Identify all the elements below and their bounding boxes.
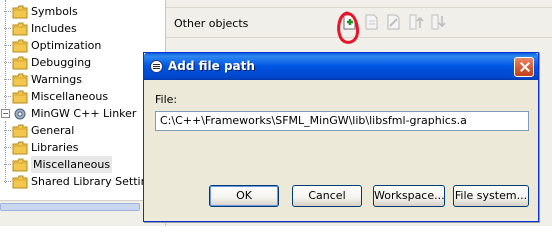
tree-item-label: Shared Library Settings bbox=[31, 175, 161, 188]
add-file-path-dialog: Add file path File: C:\C++\Frameworks\SF… bbox=[143, 52, 539, 222]
tool-gear-icon bbox=[12, 107, 28, 121]
folder-icon bbox=[12, 124, 28, 138]
tree-item-label: Miscellaneous bbox=[31, 156, 113, 173]
add-workspace-icon[interactable] bbox=[363, 13, 380, 31]
tree-item-label: Libraries bbox=[31, 141, 79, 154]
tree-item-debugging[interactable]: Debugging bbox=[4, 54, 92, 71]
folder-icon bbox=[12, 56, 28, 70]
settings-tree: Symbols Includes Optimization Debugging bbox=[0, 0, 160, 200]
tree-item-mingw-linker[interactable]: MinGW C++ Linker bbox=[12, 105, 136, 122]
dialog-titlebar[interactable]: Add file path bbox=[144, 53, 538, 80]
tree-item-label: MinGW C++ Linker bbox=[31, 107, 137, 120]
move-up-icon[interactable] bbox=[407, 13, 424, 31]
tree-item-label: Includes bbox=[31, 22, 77, 35]
file-label: File: bbox=[155, 93, 178, 106]
close-button[interactable] bbox=[514, 57, 534, 77]
file-system-button[interactable]: File system... bbox=[453, 185, 529, 207]
tree-item-label: Warnings bbox=[31, 73, 82, 86]
move-down-icon[interactable] bbox=[429, 13, 446, 31]
folder-icon bbox=[12, 39, 28, 53]
tree-item-shared-library-settings[interactable]: Shared Library Settings bbox=[4, 173, 161, 190]
tree-item-label: Optimization bbox=[31, 39, 102, 52]
collapse-toggle-icon[interactable]: − bbox=[1, 109, 10, 118]
tree-item-label: Miscellaneous bbox=[31, 90, 109, 103]
workspace-button[interactable]: Workspace... bbox=[373, 185, 445, 207]
tree-item-label: Debugging bbox=[31, 56, 92, 69]
tree-horizontal-scrollbar[interactable] bbox=[0, 200, 165, 226]
folder-icon bbox=[12, 5, 28, 19]
folder-icon bbox=[12, 158, 28, 172]
tree-item-optimization[interactable]: Optimization bbox=[4, 37, 102, 54]
other-objects-label: Other objects bbox=[174, 17, 249, 30]
ok-button[interactable]: OK bbox=[209, 185, 279, 207]
screen: Symbols Includes Optimization Debugging bbox=[0, 0, 552, 226]
scrollbar-thumb[interactable] bbox=[0, 203, 140, 211]
tree-item-general[interactable]: General bbox=[4, 122, 75, 139]
annotation-circle bbox=[337, 11, 360, 44]
edit-icon[interactable] bbox=[385, 13, 402, 31]
tree-item-symbols[interactable]: Symbols bbox=[4, 3, 78, 20]
window-menu-icon[interactable] bbox=[150, 60, 163, 73]
tree-item-linker-miscellaneous[interactable]: Miscellaneous bbox=[4, 156, 113, 173]
folder-icon bbox=[12, 141, 28, 155]
tree-item-miscellaneous[interactable]: Miscellaneous bbox=[4, 88, 109, 105]
folder-icon bbox=[12, 90, 28, 104]
tree-item-label: General bbox=[31, 124, 75, 137]
file-path-input[interactable]: C:\C++\Frameworks\SFML_MinGW\lib\libsfml… bbox=[155, 111, 529, 131]
folder-icon bbox=[12, 22, 28, 36]
tree-item-warnings[interactable]: Warnings bbox=[4, 71, 82, 88]
dialog-title: Add file path bbox=[168, 59, 255, 73]
folder-icon bbox=[12, 175, 28, 189]
tree-item-includes[interactable]: Includes bbox=[4, 20, 77, 37]
folder-icon bbox=[12, 73, 28, 87]
list-row bbox=[166, 0, 552, 8]
tree-item-label: Symbols bbox=[31, 5, 78, 18]
cancel-button[interactable]: Cancel bbox=[292, 185, 362, 207]
tree-item-libraries[interactable]: Libraries bbox=[4, 139, 79, 156]
